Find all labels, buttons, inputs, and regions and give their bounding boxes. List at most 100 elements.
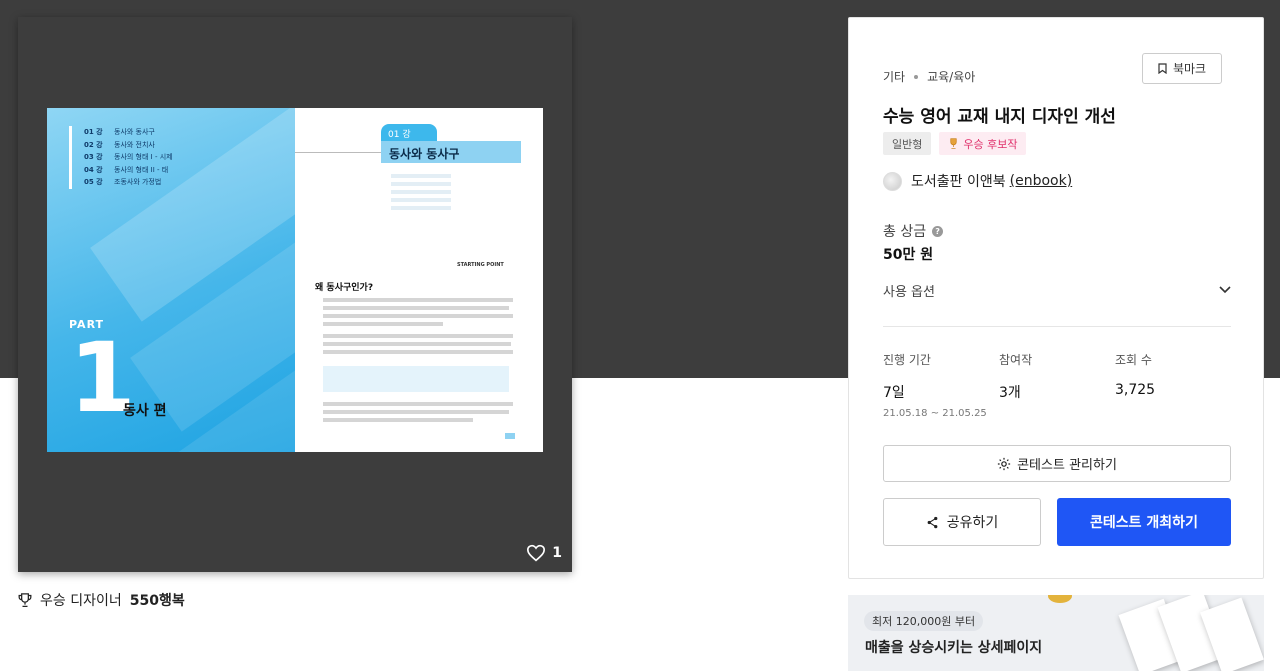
share-icon <box>927 516 938 528</box>
bookmark-label: 북마크 <box>1172 62 1207 76</box>
text-line <box>323 314 513 318</box>
badge-row: 일반형 우승 후보작 <box>883 132 1027 155</box>
toc-label: 동사의 형태 I - 시제 <box>114 153 173 161</box>
toc-number: 04 강 <box>84 165 103 174</box>
gear-icon <box>997 457 1011 470</box>
text-line <box>391 190 451 194</box>
part-title: 동사 편 <box>123 403 167 419</box>
total-prize-value: 50만 원 <box>883 247 934 263</box>
toc-item: 05 강 조동사와 가정법 <box>84 176 173 189</box>
toc-item: 01 강 동사와 동사구 <box>84 126 173 139</box>
contest-owner: 도서출판 이앤북 (enbook) <box>883 171 1072 191</box>
contest-info-panel: 기타 교육/육아 북마크 수능 영어 교재 내지 디자인 개선 일반형 우승 후… <box>848 17 1264 579</box>
stat-views: 조회 수 3,725 <box>1115 351 1155 398</box>
avatar <box>883 171 902 191</box>
toc-label: 동사의 형태 II - 태 <box>114 165 169 174</box>
contest-type-badge: 일반형 <box>883 132 932 155</box>
stat-value: 7일 <box>883 385 905 401</box>
total-prize-label: 총 상금 ? <box>883 221 944 241</box>
starting-point-label: STARTING POINT <box>457 262 504 268</box>
chapter-title: 동사와 동사구 <box>381 141 521 163</box>
book-right-page: 01 강 동사와 동사구 STARTING POINT 왜 동사구인가? <box>295 108 543 452</box>
breadcrumb-separator <box>914 74 919 79</box>
stat-value: 3,725 <box>1115 382 1156 398</box>
ad-price-pill: 최저 120,000원 부터 <box>864 611 984 631</box>
text-line <box>323 334 513 338</box>
owner-name: 도서출판 이앤북 <box>911 174 1006 190</box>
contest-preview-card[interactable]: 01 강 동사와 동사구 02 강 동사와 전치사 03 강 동사의 형태 I - 시… <box>18 17 572 572</box>
toc-label: 동사와 전치사 <box>114 140 155 149</box>
trophy-icon <box>950 138 957 149</box>
preview-image: 01 강 동사와 동사구 02 강 동사와 전치사 03 강 동사의 형태 I - 시… <box>47 108 543 452</box>
owner-handle-link[interactable]: (enbook) <box>1010 173 1073 189</box>
stat-value: 3개 <box>999 385 1021 401</box>
text-line <box>391 198 451 202</box>
stat-participants: 참여작 3개 <box>999 351 1032 402</box>
breadcrumb-item[interactable]: 기타 <box>883 68 905 85</box>
toc-item: 02 강 동사와 전치사 <box>84 139 173 152</box>
manage-contest-button[interactable]: 콘테스트 관리하기 <box>883 445 1231 482</box>
ad-headline: 매출을 상승시키는 상세페이지 <box>865 640 1043 656</box>
text-line <box>323 306 509 310</box>
contest-title: 수능 영어 교재 내지 디자인 개선 <box>883 107 1116 127</box>
example-box <box>323 366 509 392</box>
breadcrumb: 기타 교육/육아 <box>883 68 975 85</box>
stat-label: 조회 수 <box>1115 353 1152 367</box>
ad-illustration <box>1118 595 1264 671</box>
chevron-down-icon <box>1219 286 1231 294</box>
award-badge-label: 우승 후보작 <box>963 137 1018 151</box>
toc-item: 03 강 동사의 형태 I - 시제 <box>84 151 173 164</box>
coin-illustration <box>1048 595 1072 603</box>
host-contest-button[interactable]: 콘테스트 개최하기 <box>1057 498 1231 546</box>
bookmark-button[interactable]: 북마크 <box>1142 53 1222 84</box>
divider <box>295 152 381 153</box>
heart-icon <box>527 544 546 562</box>
page-number <box>505 433 515 439</box>
designer-name[interactable]: 550행복 <box>130 590 185 610</box>
help-icon[interactable]: ? <box>932 225 944 237</box>
stat-date-range: 21.05.18 ~ 21.05.25 <box>883 408 987 419</box>
toc-label: 동사와 동사구 <box>114 128 155 136</box>
stat-label: 진행 기간 <box>883 353 931 367</box>
stat-label: 참여작 <box>999 353 1033 367</box>
book-left-page: 01 강 동사와 동사구 02 강 동사와 전치사 03 강 동사의 형태 I - 시… <box>47 108 295 452</box>
total-prize-text: 총 상금 <box>883 224 927 240</box>
usage-options-label: 사용 옵션 <box>883 284 935 300</box>
usage-options-toggle[interactable]: 사용 옵션 <box>883 279 1231 301</box>
toc-number: 03 강 <box>84 153 103 161</box>
toc-label: 조동사와 가정법 <box>114 178 162 186</box>
text-line <box>323 410 509 414</box>
stat-period: 진행 기간 7일 21.05.18 ~ 21.05.25 <box>883 351 987 419</box>
share-label: 공유하기 <box>946 515 999 531</box>
trophy-icon <box>18 592 32 607</box>
text-line <box>323 322 443 326</box>
bookmark-icon <box>1158 63 1167 74</box>
divider <box>883 326 1231 327</box>
toc-number: 01 강 <box>84 128 103 136</box>
toc-item: 04 강 동사의 형태 II - 태 <box>84 164 173 177</box>
manage-contest-label: 콘테스트 관리하기 <box>1017 458 1117 473</box>
lesson-list <box>391 174 531 214</box>
like-count: 1 <box>552 545 562 561</box>
text-line <box>323 402 513 406</box>
text-line <box>391 206 451 210</box>
designer-prefix: 우승 디자이너 <box>40 593 122 609</box>
host-contest-label: 콘테스트 개최하기 <box>1090 515 1198 531</box>
text-line <box>323 418 473 422</box>
text-line <box>323 342 511 346</box>
award-badge: 우승 후보작 <box>939 132 1027 155</box>
text-line <box>391 182 451 186</box>
like-button[interactable]: 1 <box>526 544 562 562</box>
section-question: 왜 동사구인가? <box>315 283 374 293</box>
text-line <box>391 174 451 178</box>
toc-number: 02 강 <box>84 140 103 149</box>
chapter-chip: 01 강 <box>381 124 437 141</box>
text-line <box>323 298 513 302</box>
breadcrumb-item[interactable]: 교육/육아 <box>927 68 975 85</box>
winning-designer: 우승 디자이너 550행복 <box>18 590 185 610</box>
toc-number: 05 강 <box>84 178 103 186</box>
text-line <box>323 350 513 354</box>
table-of-contents: 01 강 동사와 동사구 02 강 동사와 전치사 03 강 동사의 형태 I - 시… <box>69 126 173 189</box>
detail-page-ad-banner[interactable]: 최저 120,000원 부터 매출을 상승시키는 상세페이지 <box>848 595 1264 671</box>
share-button[interactable]: 공유하기 <box>883 498 1041 546</box>
